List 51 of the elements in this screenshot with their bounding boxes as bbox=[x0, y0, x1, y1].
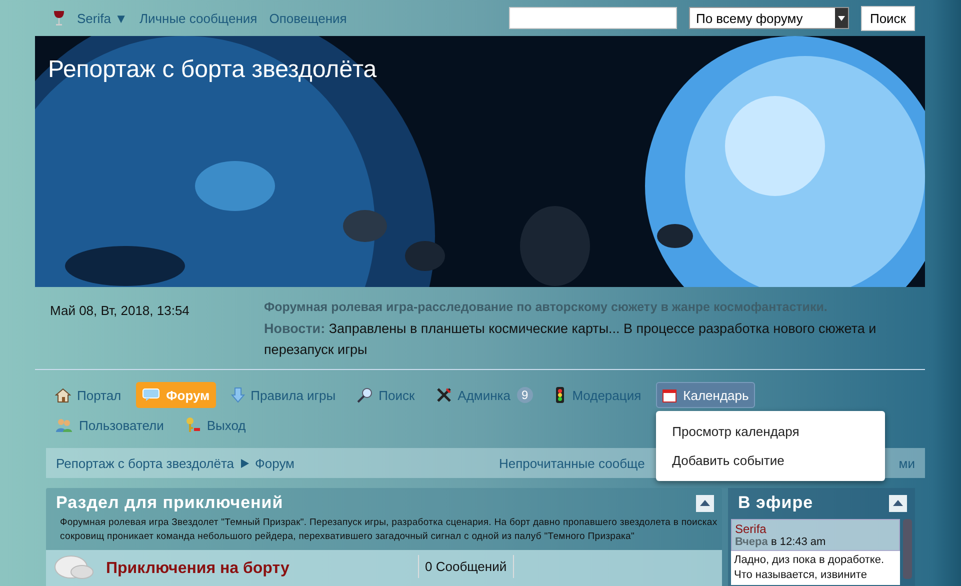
nav-tab[interactable]: Портал bbox=[49, 382, 128, 408]
time-text: в 12:43 am bbox=[770, 536, 826, 548]
section-description: Форумная ролевая игра Звездолет "Темный Призрак". Перезапуск игры, разработка сценария. На борт давно пропавшего звездолета в поисках сокровищ проникает команда небольшого рейдера, перехватившего загадочный сигнал с одной из палуб "Темного Призрака" bbox=[59, 516, 718, 544]
sidebar-title: В эфире bbox=[738, 493, 814, 513]
shout-message: Ладно, диз пока в доработке. Что называется, извините bbox=[731, 551, 900, 585]
top-link[interactable]: Оповещения bbox=[269, 10, 347, 26]
breadcrumb-link[interactable]: ми bbox=[898, 456, 915, 470]
date-time: Май 08, Вт, 2018, 13:54 bbox=[50, 303, 190, 320]
search-button[interactable]: Поиск bbox=[860, 6, 915, 30]
caret-icon bbox=[700, 500, 710, 506]
nav-tab[interactable]: Выход bbox=[178, 412, 252, 438]
traffic-light-icon bbox=[554, 387, 566, 403]
news-text: Новости: Заправлены в планшеты космические карты... В процессе разработка нового сюжета и перезапуск игры bbox=[264, 320, 878, 359]
section-title: Раздел для приключений bbox=[56, 493, 284, 513]
speech-bubble-icon bbox=[142, 388, 160, 402]
site-title: Репортаж с борта звездолёта bbox=[48, 56, 377, 84]
search-icon bbox=[356, 387, 373, 403]
search-field[interactable] bbox=[508, 7, 677, 29]
nav-tab[interactable]: Модерация bbox=[548, 382, 648, 408]
breadcrumb-arrow-icon bbox=[240, 458, 249, 468]
tools-icon bbox=[436, 387, 452, 403]
scrollbar bbox=[903, 519, 912, 579]
key-icon bbox=[184, 417, 201, 433]
calendar-icon bbox=[662, 388, 678, 402]
caret-icon bbox=[893, 500, 903, 506]
top-link[interactable]: Личные сообщения bbox=[139, 10, 258, 26]
user-menu-link[interactable]: Serifa ▼ bbox=[77, 10, 128, 26]
time-label: Вчера bbox=[735, 536, 768, 548]
board-link[interactable]: Приключения на борту bbox=[106, 560, 406, 578]
nav-tab[interactable]: Пользователи bbox=[49, 412, 170, 438]
menu-item[interactable]: Просмотр календаря bbox=[656, 417, 886, 446]
menu-item[interactable]: Добавить событие bbox=[656, 446, 886, 475]
author-link[interactable]: Serifa bbox=[735, 522, 896, 536]
house-icon bbox=[55, 387, 71, 403]
breadcrumb-link[interactable]: Репортаж с борта звездолёта bbox=[56, 456, 234, 470]
speech-bubbles-icon bbox=[54, 555, 94, 579]
nav-tab[interactable]: Правила игры bbox=[224, 382, 342, 408]
collapse-button[interactable] bbox=[696, 494, 714, 512]
down-arrow-icon bbox=[230, 387, 245, 403]
unread-link[interactable]: Непрочитанные сообще bbox=[499, 456, 645, 470]
nav-tab[interactable]: Поиск bbox=[350, 382, 421, 408]
nav-tab[interactable]: Админка 9 bbox=[430, 382, 540, 408]
wine-glass-icon bbox=[53, 10, 65, 26]
post-count: 0 Сообщений bbox=[418, 555, 514, 578]
breadcrumb-link[interactable]: Форум bbox=[255, 456, 294, 470]
search-scope-select[interactable]: По всему форуму bbox=[688, 7, 849, 29]
nav-tab[interactable]: Форум bbox=[136, 382, 216, 408]
count-badge: 9 bbox=[516, 387, 534, 403]
nav-tab[interactable]: Календарь bbox=[656, 382, 755, 408]
collapse-button[interactable] bbox=[889, 494, 907, 512]
users-icon bbox=[55, 417, 73, 433]
